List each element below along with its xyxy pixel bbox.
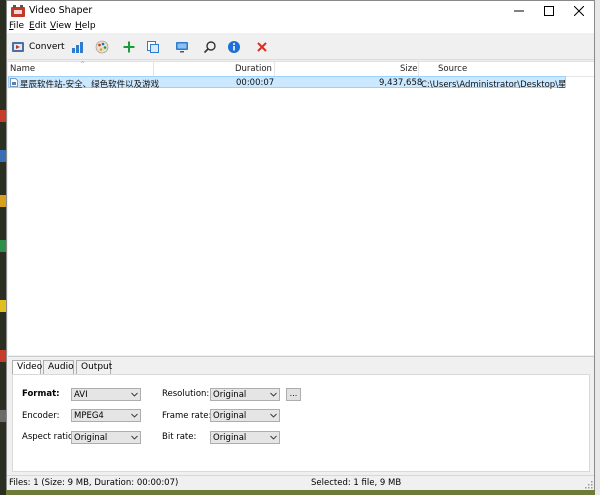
file-list[interactable]: ^ Name Duration Size Source 星辰软件站-安全、绿色软… <box>8 61 594 355</box>
frame-rate-dropdown[interactable]: Original <box>210 409 280 422</box>
column-header-name[interactable]: Name <box>10 64 35 74</box>
format-label: Format: <box>22 389 60 399</box>
status-bar: Files: 1 (Size: 9 MB, Duration: 00:00:07… <box>7 475 594 490</box>
column-header-size[interactable]: Size <box>400 64 417 74</box>
menu-help[interactable]: Help <box>75 21 96 31</box>
resize-grip-icon[interactable] <box>585 481 593 489</box>
format-dropdown[interactable]: AVI <box>71 388 141 401</box>
column-separator[interactable] <box>274 62 275 76</box>
chevron-down-icon <box>270 435 277 440</box>
menu-edit[interactable]: Edit <box>29 21 46 31</box>
menu-bar: File Edit View Help <box>7 21 594 33</box>
app-logo-icon <box>11 5 25 17</box>
search-button[interactable] <box>203 38 217 56</box>
window-title: Video Shaper <box>29 5 93 16</box>
add-file-button[interactable] <box>122 38 136 56</box>
chevron-down-icon <box>270 413 277 418</box>
frame-rate-value: Original <box>213 411 247 421</box>
resolution-value: Original <box>213 390 247 400</box>
search-icon <box>203 41 216 54</box>
video-settings-page: Format: AVI Encoder: MPEG4 Aspect ratio:… <box>12 374 590 472</box>
menu-view[interactable]: View <box>50 21 71 31</box>
format-value: AVI <box>74 390 88 400</box>
sort-indicator-icon: ^ <box>80 61 86 68</box>
bit-rate-label: Bit rate: <box>162 432 197 442</box>
status-files-summary: Files: 1 (Size: 9 MB, Duration: 00:00:07… <box>9 478 179 488</box>
encoder-dropdown[interactable]: MPEG4 <box>71 409 141 422</box>
resolution-label: Resolution: <box>162 389 210 399</box>
aspect-ratio-label: Aspect ratio: <box>22 432 77 442</box>
cell-source: C:\Users\Administrator\Desktop\星... <box>421 80 565 90</box>
tab-output[interactable]: Output <box>76 360 112 374</box>
cell-size: 9,437,658 <box>379 78 423 88</box>
delete-icon <box>257 42 267 52</box>
preview-button[interactable] <box>175 38 189 56</box>
convert-label: Convert <box>29 42 65 52</box>
cell-duration: 00:00:07 <box>236 78 275 88</box>
toolbar: Convert <box>7 35 594 60</box>
table-row[interactable]: 星辰软件站-安全、绿色软件以及游戏... 00:00:07 9,437,658 … <box>8 76 566 90</box>
column-header-duration[interactable]: Duration <box>235 64 272 74</box>
app-window: Video Shaper File Edit View Help Convert <box>6 0 595 490</box>
close-icon <box>574 6 584 16</box>
add-icon <box>123 41 135 53</box>
desktop-background <box>6 490 595 495</box>
tab-audio[interactable]: Audio <box>43 360 74 374</box>
title-bar[interactable]: Video Shaper <box>7 1 594 21</box>
copy-icon <box>147 41 159 53</box>
status-selection: Selected: 1 file, 9 MB <box>311 478 402 488</box>
resolution-dropdown[interactable]: Original <box>210 388 280 401</box>
menu-file[interactable]: File <box>9 21 24 31</box>
bit-rate-value: Original <box>213 433 247 443</box>
remove-button[interactable] <box>255 38 269 56</box>
chart-icon <box>72 42 83 53</box>
maximize-icon <box>544 6 554 16</box>
chevron-down-icon <box>131 413 138 418</box>
convert-button[interactable]: Convert <box>11 38 65 56</box>
chevron-down-icon <box>270 392 277 397</box>
column-header-source[interactable]: Source <box>438 64 467 74</box>
file-list-header: ^ Name Duration Size Source <box>8 61 594 77</box>
encoder-label: Encoder: <box>22 411 60 421</box>
effects-button[interactable] <box>95 38 109 56</box>
palette-icon <box>95 40 109 54</box>
aspect-ratio-dropdown[interactable]: Original <box>71 431 141 444</box>
column-separator[interactable] <box>418 62 419 76</box>
minimize-icon <box>514 10 524 12</box>
video-file-icon <box>10 78 18 87</box>
minimize-button[interactable] <box>504 1 534 21</box>
tab-video[interactable]: Video <box>12 360 42 375</box>
maximize-button[interactable] <box>534 1 564 21</box>
monitor-icon <box>176 42 188 53</box>
background-window-edge <box>595 0 600 495</box>
bit-rate-dropdown[interactable]: Original <box>210 431 280 444</box>
frame-rate-label: Frame rate: <box>162 411 212 421</box>
chevron-down-icon <box>131 392 138 397</box>
statistics-button[interactable] <box>71 38 85 56</box>
convert-icon <box>12 42 24 52</box>
resolution-more-button[interactable]: ... <box>286 388 301 401</box>
aspect-ratio-value: Original <box>74 433 108 443</box>
add-folder-button[interactable] <box>146 38 160 56</box>
info-icon <box>228 41 240 53</box>
cell-name: 星辰软件站-安全、绿色软件以及游戏... <box>20 80 160 90</box>
settings-panel: Video Audio Output Format: AVI Encoder: … <box>8 356 594 475</box>
info-button[interactable] <box>227 38 241 56</box>
column-separator[interactable] <box>153 62 154 76</box>
chevron-down-icon <box>131 435 138 440</box>
encoder-value: MPEG4 <box>74 411 104 421</box>
close-button[interactable] <box>564 1 594 21</box>
